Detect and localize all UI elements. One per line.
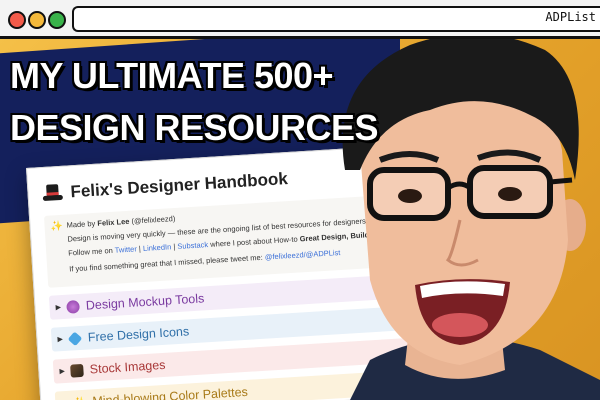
callout-made-by: Made by Felix Lee (@felixleezd) bbox=[66, 213, 176, 230]
substack-link[interactable]: Substack bbox=[177, 240, 208, 251]
doc-heading: Felix's Designer Handbook bbox=[42, 169, 288, 204]
window-titlebar: ADPList bbox=[0, 0, 600, 39]
close-window-button[interactable] bbox=[8, 11, 26, 29]
toggle-arrow-icon: ▶ bbox=[59, 367, 66, 376]
headline-line-2: DESIGN RESOURCES bbox=[10, 107, 379, 148]
doc-title: Felix's Designer Handbook bbox=[69, 169, 289, 202]
presenter-photo bbox=[342, 33, 600, 400]
twitter-link[interactable]: Twitter bbox=[114, 244, 137, 254]
address-bar-text: ADPList bbox=[545, 10, 596, 24]
thumbnail-frame: ADPList MY ULTIMATE 500+ DESIGN RESOURCE… bbox=[0, 0, 600, 400]
sparkle-icon: ✨ bbox=[72, 395, 86, 400]
image-icon bbox=[70, 363, 85, 378]
linkedin-link[interactable]: LinkedIn bbox=[143, 242, 172, 253]
address-bar[interactable]: ADPList bbox=[72, 6, 600, 32]
maximize-window-button[interactable] bbox=[48, 11, 66, 29]
toggle-arrow-icon: ▶ bbox=[55, 303, 62, 312]
headline-line-1: MY ULTIMATE 500+ bbox=[10, 55, 334, 96]
gem-icon bbox=[68, 330, 83, 346]
minimize-window-button[interactable] bbox=[28, 11, 46, 29]
top-hat-icon bbox=[42, 184, 64, 203]
crystal-ball-icon bbox=[66, 299, 81, 314]
sparkle-icon: ✨ bbox=[50, 220, 64, 233]
toggle-arrow-icon: ▶ bbox=[57, 335, 64, 344]
